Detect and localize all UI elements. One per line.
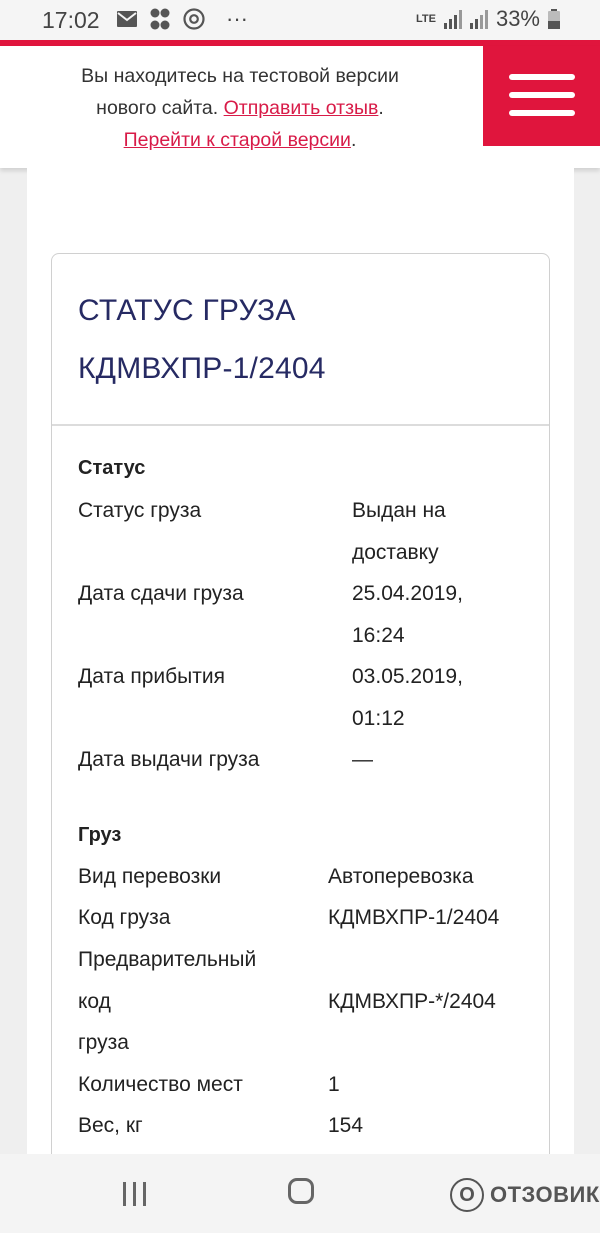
label-line: груза xyxy=(78,1031,129,1054)
preliminary-code-value: КДМВХПР-*/2404 xyxy=(328,990,496,1013)
title-line-2: КДМВХПР-1/2404 xyxy=(78,352,326,385)
test-version-banner: Вы находитесь на тестовой версии нового … xyxy=(0,46,600,168)
banner-line-3-suffix: . xyxy=(350,129,357,151)
recent-apps-icon[interactable] xyxy=(121,1182,149,1206)
system-icons: LTE 33% xyxy=(416,6,560,32)
banner-message: Вы находитесь на тестовой версии нового … xyxy=(40,60,440,156)
status-row-value: Выдан на доставку xyxy=(352,490,532,573)
label-line: код xyxy=(78,989,111,1013)
hamburger-icon xyxy=(509,74,575,80)
menu-button[interactable] xyxy=(483,46,600,146)
status-time: 17:02 xyxy=(42,7,100,33)
page-title: СТАТУС ГРУЗА КДМВХПР-1/2404 xyxy=(78,282,518,398)
weight-label: Вес, кг xyxy=(78,1114,143,1137)
card-divider xyxy=(52,424,549,426)
handover-date-label: Дата сдачи груза xyxy=(78,582,244,605)
home-icon[interactable] xyxy=(288,1178,314,1204)
more-notifications-icon: ··· xyxy=(226,6,248,31)
title-line-1: СТАТУС ГРУЗА xyxy=(78,294,296,327)
value-line: 01:12 xyxy=(352,706,405,730)
value-line: 25.04.2019, xyxy=(352,582,463,605)
banner-line-2-suffix: . xyxy=(378,97,384,119)
weight-value: 154 xyxy=(328,1114,364,1137)
value-line: доставку xyxy=(352,540,439,564)
cargo-code-label: Код груза xyxy=(78,906,171,929)
transport-type-value: Автоперевозка xyxy=(328,865,474,888)
hamburger-icon-bar xyxy=(509,110,575,116)
value-line: 16:24 xyxy=(352,623,405,647)
status-section-heading: Статус xyxy=(78,457,146,479)
apps-icon xyxy=(150,8,170,30)
cargo-section-heading: Груз xyxy=(78,824,122,846)
cargo-status-card: СТАТУС ГРУЗА КДМВХПР-1/2404 Статус Стату… xyxy=(51,253,550,1175)
places-count-label: Количество мест xyxy=(78,1073,243,1096)
otzovik-logo-icon: О xyxy=(450,1178,484,1212)
value-line: — xyxy=(352,748,373,771)
label-line: Предварительный xyxy=(78,948,257,971)
cargo-code-value: КДМВХПР-1/2404 xyxy=(328,906,500,929)
arrival-date-label: Дата прибытия xyxy=(78,665,225,688)
issue-date-label: Дата выдачи груза xyxy=(78,748,260,771)
banner-line-1: Вы находитесь на тестовой версии xyxy=(81,65,399,87)
signal-icon-2 xyxy=(469,10,488,29)
preliminary-code-label: Предварительный код груза xyxy=(78,939,318,1064)
watermark-text: ОТЗОВИК xyxy=(490,1182,600,1207)
issue-date-value: — xyxy=(352,739,532,781)
places-count-value: 1 xyxy=(328,1073,340,1096)
system-nav-bar: О ОТЗОВИК xyxy=(0,1154,600,1233)
old-version-link[interactable]: Перейти к старой версии xyxy=(124,129,351,151)
feedback-link[interactable]: Отправить отзыв xyxy=(224,97,379,119)
banner-line-2: нового сайта. xyxy=(96,97,224,119)
signal-icon xyxy=(443,10,462,29)
notification-icons: ··· xyxy=(116,6,248,32)
handover-date-value: 25.04.2019, 16:24 xyxy=(352,573,532,656)
value-line: 03.05.2019, xyxy=(352,665,463,688)
page-content: СТАТУС ГРУЗА КДМВХПР-1/2404 Статус Стату… xyxy=(27,168,574,1175)
lte-label: LTE xyxy=(415,12,436,25)
hamburger-icon-bar xyxy=(509,92,575,98)
status-row-label: Статус груза xyxy=(78,499,202,522)
status-bar: 17:02 ··· LTE 33% xyxy=(0,0,600,40)
at-icon xyxy=(183,8,205,30)
battery-level: 33% xyxy=(495,6,540,31)
battery-icon xyxy=(548,9,560,29)
mail-icon xyxy=(117,11,137,27)
arrival-date-value: 03.05.2019, 01:12 xyxy=(352,656,532,739)
value-line: Выдан на xyxy=(352,499,446,522)
transport-type-label: Вид перевозки xyxy=(78,865,222,888)
otzovik-watermark: О ОТЗОВИК xyxy=(450,1174,600,1216)
